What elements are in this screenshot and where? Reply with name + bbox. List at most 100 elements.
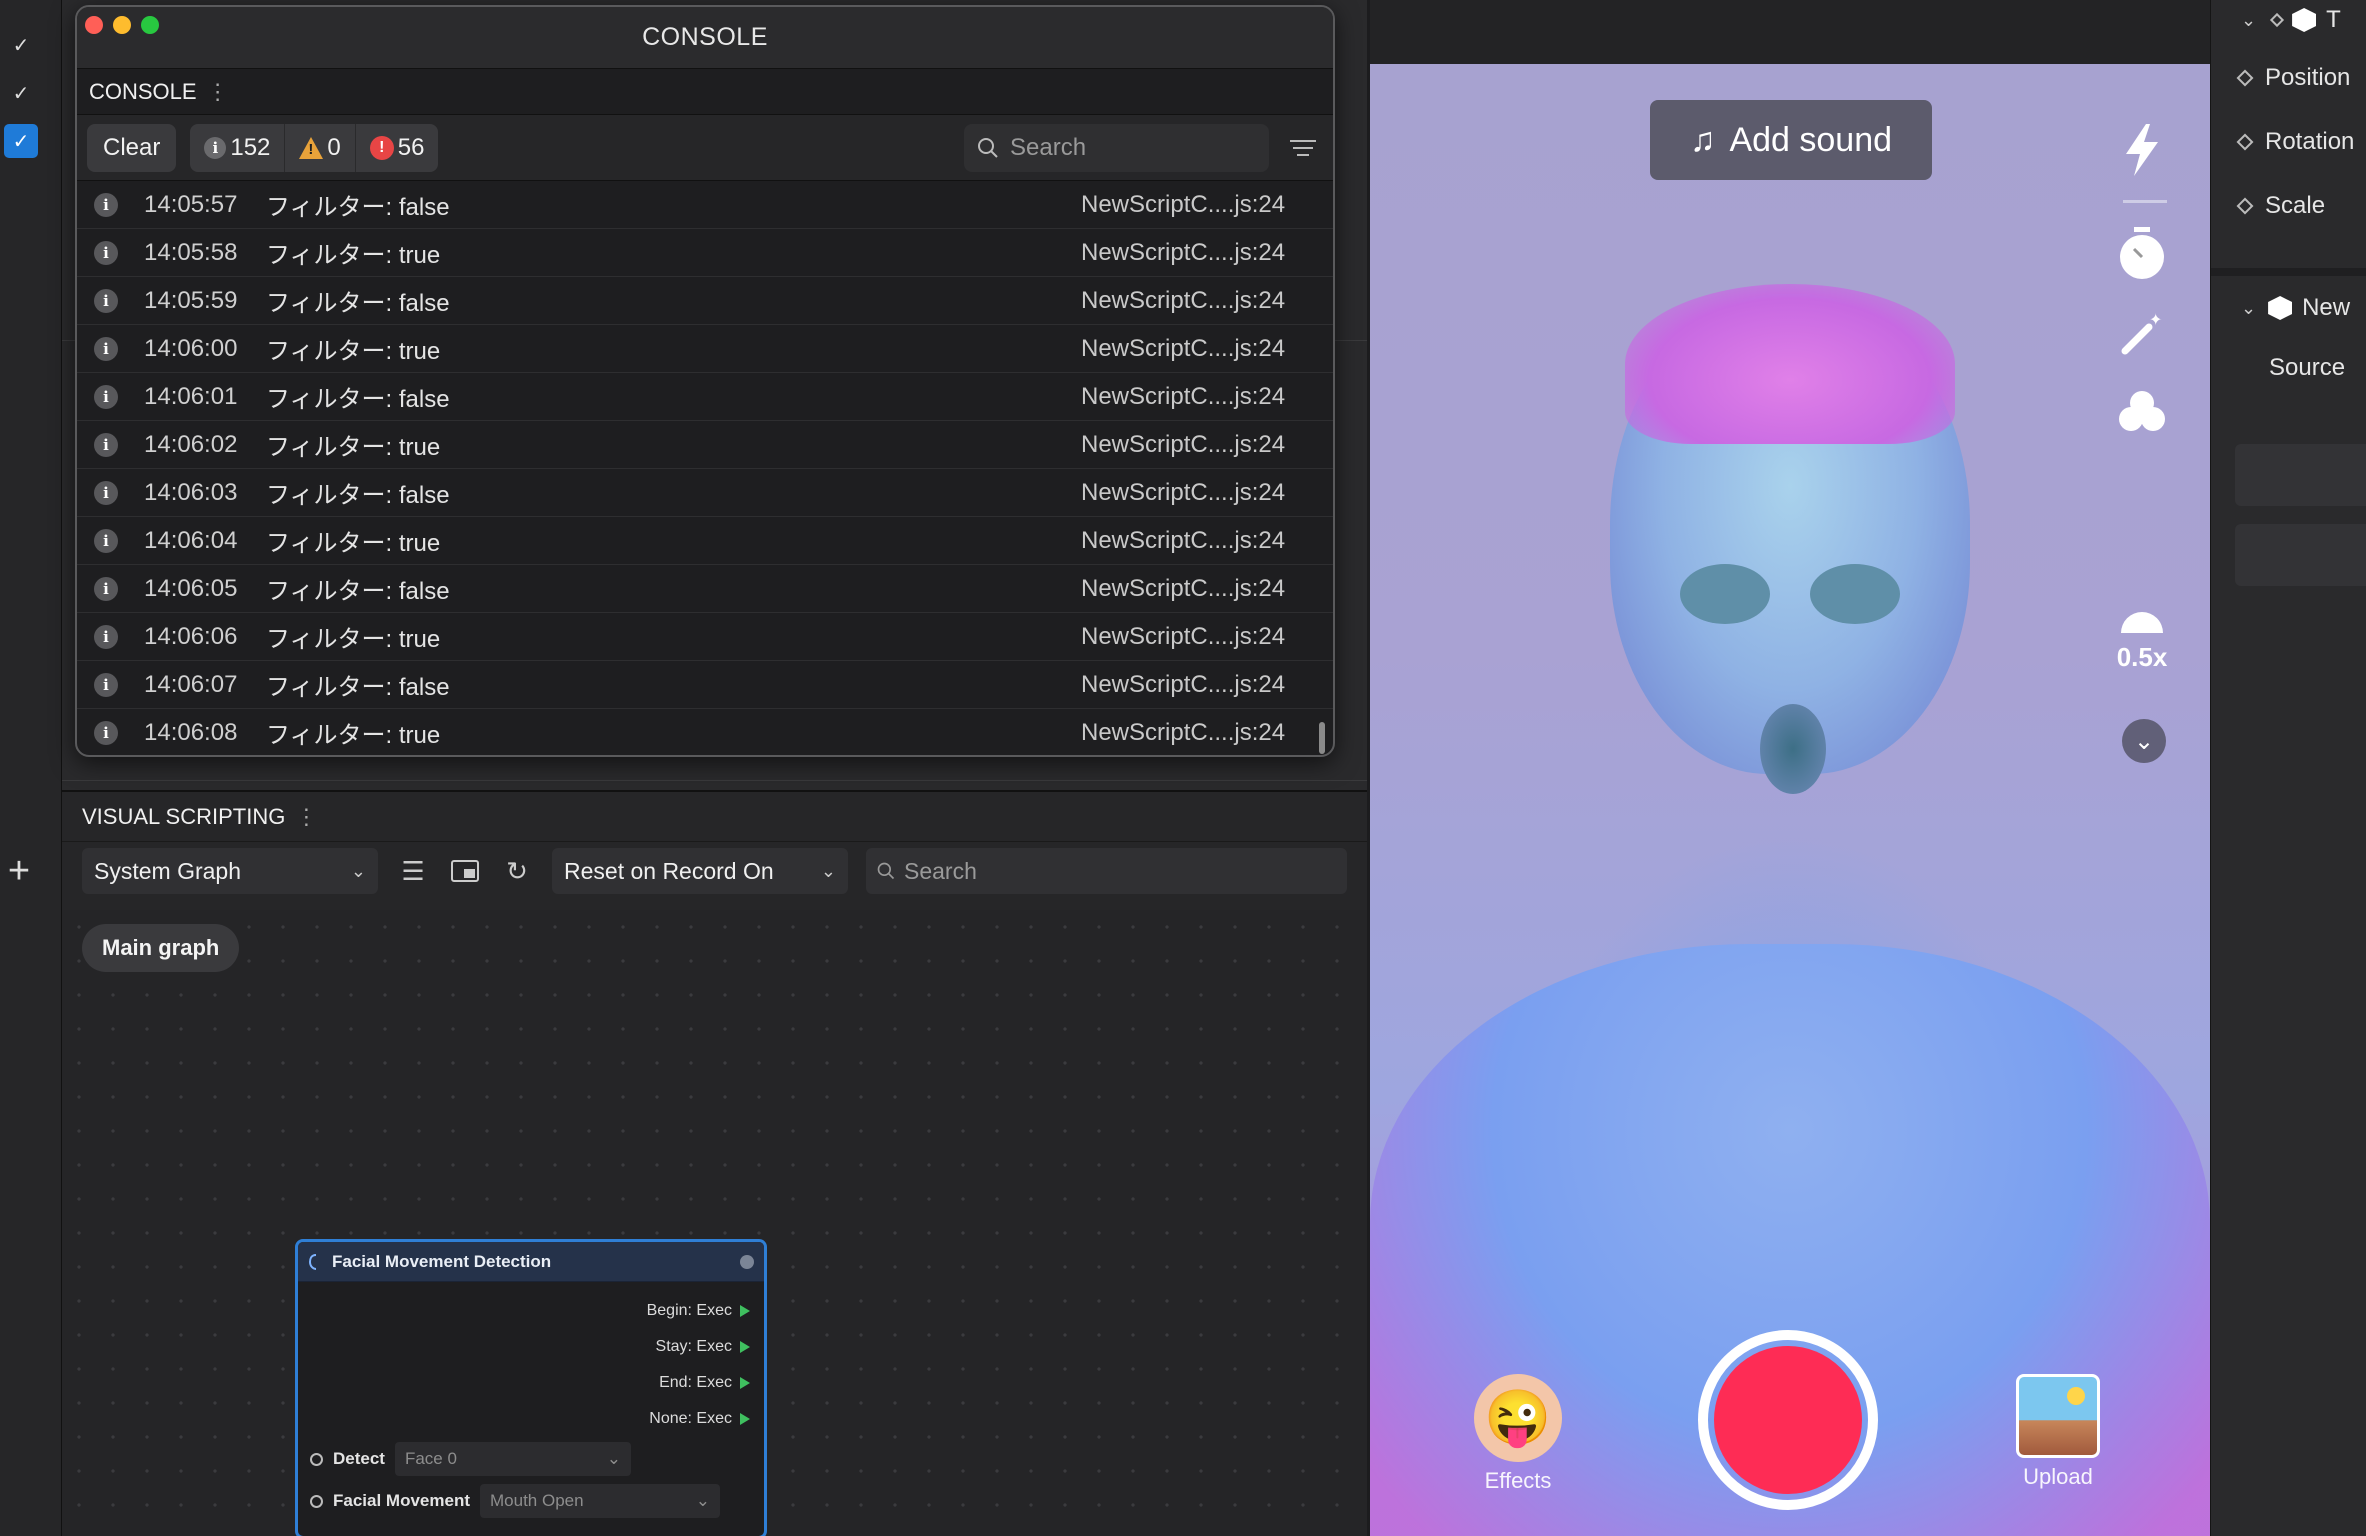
exec-pin-icon[interactable] xyxy=(740,1341,750,1353)
main-graph-breadcrumb[interactable]: Main graph xyxy=(82,924,240,972)
exec-pin-icon[interactable] xyxy=(740,1305,750,1317)
log-message: フィルター: true xyxy=(266,722,441,749)
rotation-row[interactable]: Rotation xyxy=(2211,122,2354,162)
clear-button[interactable]: Clear xyxy=(87,123,177,172)
keyframe-icon[interactable] xyxy=(2236,69,2254,87)
facial-movement-select[interactable]: Mouth Open ⌄ xyxy=(480,1484,720,1518)
visibility-checkbox-2[interactable]: ✓ xyxy=(4,76,38,110)
log-source-link[interactable]: NewScriptC....js:24 xyxy=(1081,239,1311,267)
facial-movement-value: Mouth Open xyxy=(490,1491,584,1510)
exec-pin-icon[interactable] xyxy=(740,1413,750,1425)
record-button[interactable] xyxy=(1698,1330,1878,1510)
output-end-exec[interactable]: End: Exec xyxy=(659,1374,750,1392)
magic-wand-icon[interactable]: ✦ xyxy=(2112,304,2172,364)
log-row[interactable]: i 14:06:04 フィルター: true NewScriptC....js:24 xyxy=(77,517,1333,565)
source-label: Source xyxy=(2269,354,2346,381)
log-source-link[interactable]: NewScriptC....js:24 xyxy=(1081,383,1311,411)
error-filter[interactable]: ! 56 xyxy=(356,124,439,172)
add-icon[interactable]: + xyxy=(2,852,36,890)
info-icon: i xyxy=(94,480,118,505)
scale-label: Scale xyxy=(2265,192,2326,219)
list-icon[interactable]: ☰ xyxy=(396,854,430,888)
log-row[interactable]: i 14:06:08 フィルター: true NewScriptC....js:24 xyxy=(77,709,1333,755)
keyframe-icon[interactable] xyxy=(2236,133,2254,151)
log-row[interactable]: i 14:06:07 フィルター: false NewScriptC....js:24 xyxy=(77,661,1333,709)
more-options-icon[interactable]: ⋮ xyxy=(207,79,229,105)
log-source-link[interactable]: NewScriptC....js:24 xyxy=(1081,431,1311,459)
filter-icon[interactable] xyxy=(1283,128,1323,168)
input-pin-icon[interactable] xyxy=(310,1452,323,1466)
script-component-header[interactable]: ⌄ New xyxy=(2211,288,2350,328)
visibility-checkbox-1[interactable]: ✓ xyxy=(4,28,38,62)
log-source-link[interactable]: NewScriptC....js:24 xyxy=(1081,335,1311,363)
scale-row[interactable]: Scale xyxy=(2211,186,2325,226)
log-row[interactable]: i 14:06:06 フィルター: true NewScriptC....js:24 xyxy=(77,613,1333,661)
exec-pin-icon[interactable] xyxy=(740,1377,750,1389)
log-row[interactable]: i 14:06:02 フィルター: true NewScriptC....js:24 xyxy=(77,421,1333,469)
warning-count: 0 xyxy=(327,133,341,161)
flash-icon[interactable] xyxy=(2112,120,2172,180)
log-list: i 14:05:57 フィルター: false NewScriptC....js:24… xyxy=(77,181,1333,755)
more-options-icon[interactable]: ⋮ xyxy=(295,804,317,830)
chevron-down-icon[interactable]: ⌄ xyxy=(2122,719,2166,763)
output-stay-exec[interactable]: Stay: Exec xyxy=(656,1338,750,1356)
inspector-panel: ⌄ T Position Rotation Scale ⌄ New Source xyxy=(2210,0,2366,1536)
detect-select[interactable]: Face 0 ⌄ xyxy=(394,1442,631,1476)
node-header[interactable]: Facial Movement Detection xyxy=(298,1242,764,1282)
log-source-link[interactable]: NewScriptC....js:24 xyxy=(1081,671,1311,699)
log-time: 14:06:07 xyxy=(144,670,238,698)
visibility-checkbox-3[interactable]: ✓ xyxy=(4,124,38,158)
facial-movement-detection-node[interactable]: Facial Movement Detection Begin: Exec St… xyxy=(295,1239,767,1536)
maximize-window-button[interactable] xyxy=(141,16,159,34)
reset-mode-select[interactable]: Reset on Record On ⌄ xyxy=(552,848,848,894)
log-time: 14:05:57 xyxy=(144,190,238,218)
upload-button[interactable]: Upload xyxy=(2010,1374,2106,1490)
filters-icon[interactable] xyxy=(2112,382,2172,442)
log-source-link[interactable]: NewScriptC....js:24 xyxy=(1081,527,1311,555)
output-none-exec[interactable]: None: Exec xyxy=(649,1410,750,1428)
keyframe-icon[interactable] xyxy=(2236,197,2254,215)
log-row[interactable]: i 14:05:58 フィルター: true NewScriptC....js:24 xyxy=(77,229,1333,277)
log-source-link[interactable]: NewScriptC....js:24 xyxy=(1081,479,1311,507)
detect-label: Detect xyxy=(333,1449,385,1468)
panel-layout-icon[interactable] xyxy=(448,854,482,888)
graph-search-input[interactable]: Search xyxy=(866,848,1347,894)
log-row[interactable]: i 14:06:01 フィルター: false NewScriptC....js:24 xyxy=(77,373,1333,421)
source-field[interactable] xyxy=(2235,444,2366,506)
log-source-link[interactable]: NewScriptC....js:24 xyxy=(1081,191,1311,219)
input-pin-icon[interactable] xyxy=(310,1494,323,1508)
output-begin-exec[interactable]: Begin: Exec xyxy=(647,1302,750,1320)
node-info-icon[interactable] xyxy=(740,1254,754,1269)
speed-icon[interactable] xyxy=(2112,590,2172,650)
log-source-link[interactable]: NewScriptC....js:24 xyxy=(1081,575,1311,603)
refresh-icon[interactable]: ↻ xyxy=(500,854,534,888)
minimize-window-button[interactable] xyxy=(113,16,131,34)
close-window-button[interactable] xyxy=(85,16,103,34)
warning-filter[interactable]: 0 xyxy=(285,123,356,172)
console-search-input[interactable]: Search xyxy=(964,123,1269,172)
transform-header[interactable]: ⌄ T xyxy=(2211,0,2341,40)
side-divider xyxy=(2123,200,2167,203)
effects-button[interactable]: 😜 Effects xyxy=(1470,1374,1566,1494)
log-source-link[interactable]: NewScriptC....js:24 xyxy=(1081,287,1311,315)
log-time: 14:05:58 xyxy=(144,238,238,266)
timer-icon[interactable] xyxy=(2112,224,2172,284)
log-source-link[interactable]: NewScriptC....js:24 xyxy=(1081,623,1311,651)
add-sound-button[interactable]: ♫ Add sound xyxy=(1650,100,1932,180)
info-icon: i xyxy=(94,672,118,697)
graph-canvas[interactable]: Main graph Facial Movement Detection Beg… xyxy=(62,910,1367,1536)
reset-mode-value: Reset on Record On xyxy=(564,857,774,884)
position-row[interactable]: Position xyxy=(2211,58,2350,98)
input-field[interactable] xyxy=(2235,524,2366,586)
log-row[interactable]: i 14:05:57 フィルター: false NewScriptC....js:24 xyxy=(77,181,1333,229)
info-icon: i xyxy=(94,336,118,361)
log-source-link[interactable]: NewScriptC....js:24 xyxy=(1081,719,1311,747)
graph-type-select[interactable]: System Graph ⌄ xyxy=(82,848,378,894)
info-filter[interactable]: i 152 xyxy=(190,123,286,172)
chevron-down-icon: ⌄ xyxy=(2241,9,2257,30)
log-row[interactable]: i 14:06:05 フィルター: false NewScriptC....js:24 xyxy=(77,565,1333,613)
console-scrollbar[interactable] xyxy=(1319,722,1325,754)
log-row[interactable]: i 14:06:00 フィルター: true NewScriptC....js:24 xyxy=(77,325,1333,373)
log-row[interactable]: i 14:06:03 フィルター: false NewScriptC....js:24 xyxy=(77,469,1333,517)
log-row[interactable]: i 14:05:59 フィルター: false NewScriptC....js:24 xyxy=(77,277,1333,325)
